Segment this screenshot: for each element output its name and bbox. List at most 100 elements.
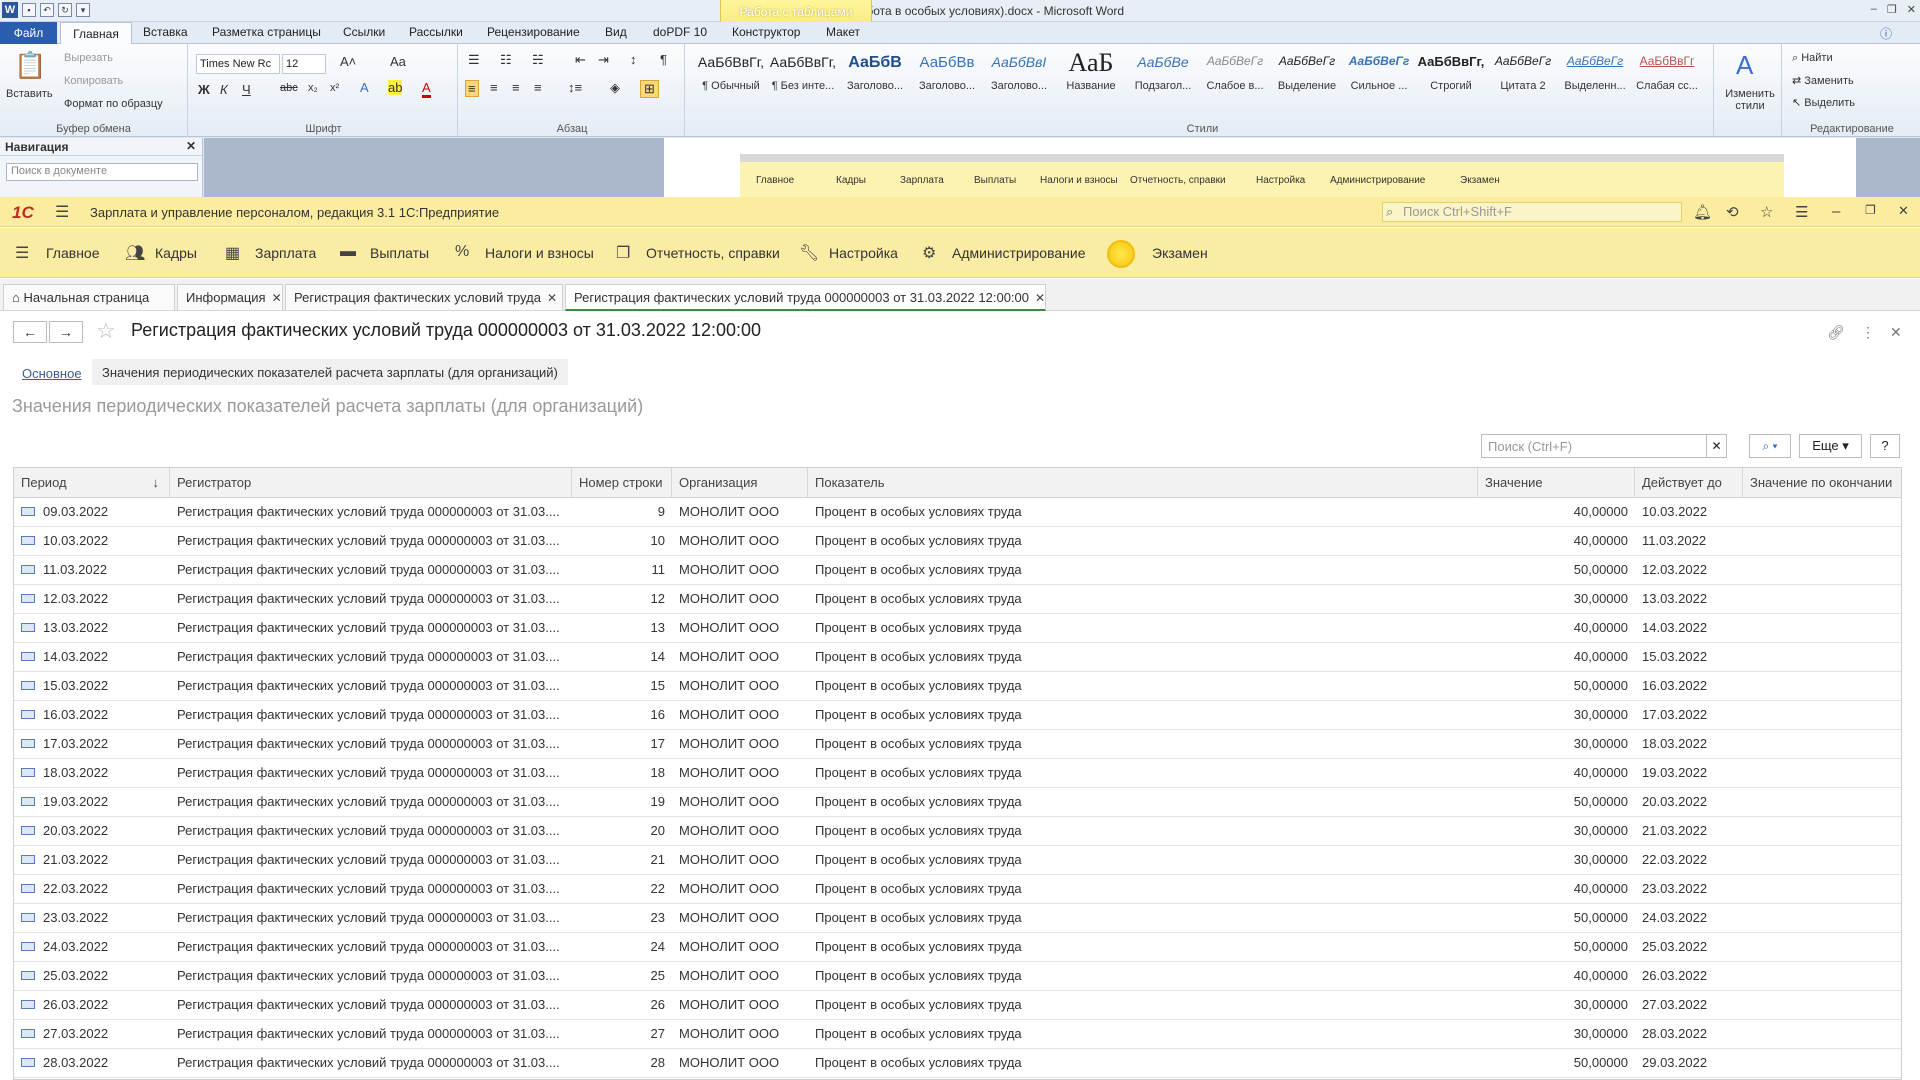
close-tab-icon[interactable]: ✕ <box>272 291 282 305</box>
search-options-button[interactable]: ⌕ ▾ <box>1749 434 1791 458</box>
underline-icon[interactable]: Ч <box>242 82 251 97</box>
table-row[interactable]: 26.03.2022 Регистрация фактических услови… <box>14 991 1901 1020</box>
col-indicator[interactable]: Показатель <box>808 468 1478 498</box>
increase-indent-icon[interactable]: ⇥ <box>598 52 609 68</box>
favorite-star-icon[interactable]: ☆ <box>96 318 116 344</box>
align-right-icon[interactable]: ≡ <box>512 80 520 95</box>
minimize-icon[interactable]: – <box>1832 203 1840 220</box>
table-row[interactable]: 14.03.2022 Регистрация фактических услови… <box>14 643 1901 672</box>
style-subtle-emphasis[interactable]: АаБбВеГг Слабое в... <box>1200 48 1270 108</box>
font-name-select[interactable]: Times New Rc <box>196 54 280 74</box>
table-row[interactable]: 24.03.2022 Регистрация фактических услови… <box>14 933 1901 962</box>
subtab-periodic-values[interactable]: Значения периодических показателей расче… <box>92 359 568 385</box>
paste-icon[interactable]: 📋 <box>14 50 46 81</box>
tab-file[interactable]: Файл <box>0 22 57 44</box>
help-button[interactable]: ? <box>1870 434 1900 458</box>
table-search-input[interactable]: Поиск (Ctrl+F) <box>1481 434 1707 458</box>
table-row[interactable]: 21.03.2022 Регистрация фактических услови… <box>14 846 1901 875</box>
tab-view[interactable]: Вид <box>605 25 627 39</box>
font-color-icon[interactable]: A <box>422 80 431 98</box>
pilcrow-icon[interactable]: ¶ <box>660 52 667 67</box>
close-icon[interactable]: ✕ <box>1898 203 1909 219</box>
close-pane-icon[interactable]: ✕ <box>186 139 196 153</box>
table-row[interactable]: 09.03.2022 Регистрация фактических услови… <box>14 498 1901 527</box>
style-heading-1[interactable]: АаБбВ Заголово... <box>840 48 910 108</box>
tab-dopdf[interactable]: doPDF 10 <box>653 25 707 39</box>
style-heading-2[interactable]: АаБбВв Заголово... <box>912 48 982 108</box>
grow-font-icon[interactable]: A˄ <box>340 54 356 69</box>
style-subtle-reference[interactable]: АаБбВвГг Слабая сс... <box>1632 48 1702 108</box>
table-row[interactable]: 23.03.2022 Регистрация фактических услови… <box>14 904 1901 933</box>
style-quote-2[interactable]: АаБбВеГг Цитата 2 <box>1488 48 1558 108</box>
change-styles-icon[interactable]: A <box>1736 50 1753 81</box>
clear-search-icon[interactable]: ✕ <box>1707 434 1727 458</box>
style-strong[interactable]: АаБбВвГг, Строгий <box>1416 48 1486 108</box>
table-row[interactable]: 27.03.2022 Регистрация фактических услови… <box>14 1020 1901 1049</box>
text-effects-icon[interactable]: A <box>360 80 369 95</box>
find-button[interactable]: ⌕ Найти <box>1792 52 1833 65</box>
section-hr[interactable]: Кадры <box>155 245 197 261</box>
change-styles-button[interactable]: Изменить стили <box>1722 88 1778 112</box>
shading-icon[interactable]: ◈ <box>610 80 620 96</box>
forward-button[interactable]: → <box>49 321 83 343</box>
section-salary[interactable]: Зарплата <box>255 245 316 261</box>
borders-icon[interactable]: ⊞ <box>640 80 659 98</box>
style-no-spacing[interactable]: АаБбВвГг, ¶ Без инте... <box>768 48 838 108</box>
format-painter-button[interactable]: Формат по образцу <box>64 98 163 110</box>
col-period[interactable]: Период ↓ <box>14 468 170 498</box>
back-button[interactable]: ← <box>13 321 47 343</box>
more-button[interactable]: Еще ▾ <box>1799 434 1862 458</box>
tab-references[interactable]: Ссылки <box>343 25 385 39</box>
subtab-main[interactable]: Основное <box>22 366 82 381</box>
section-administration[interactable]: Администрирование <box>952 245 1086 261</box>
settings-list-icon[interactable]: ☰ <box>1795 203 1808 221</box>
table-row[interactable]: 13.03.2022 Регистрация фактических услови… <box>14 614 1901 643</box>
tab-review[interactable]: Рецензирование <box>487 25 580 39</box>
subscript-icon[interactable]: x₂ <box>308 82 318 94</box>
table-row[interactable]: 18.03.2022 Регистрация фактических услови… <box>14 759 1901 788</box>
align-left-icon[interactable]: ≡ <box>465 80 479 97</box>
section-payments[interactable]: Выплаты <box>370 245 429 261</box>
minimize-icon[interactable]: – <box>1871 3 1877 16</box>
favorites-icon[interactable]: ☆ <box>1760 203 1773 221</box>
style-title[interactable]: АаБ Название <box>1056 48 1126 108</box>
align-center-icon[interactable]: ≡ <box>490 80 498 95</box>
tab-home-page[interactable]: ⌂ Начальная страница <box>3 284 175 310</box>
table-row[interactable]: 11.03.2022 Регистрация фактических услови… <box>14 556 1901 585</box>
multilevel-list-icon[interactable]: ☵ <box>532 52 544 68</box>
tab-page-layout[interactable]: Разметка страницы <box>212 25 321 39</box>
col-valid-until[interactable]: Действует до <box>1635 468 1743 498</box>
table-row[interactable]: 22.03.2022 Регистрация фактических услови… <box>14 875 1901 904</box>
bold-icon[interactable]: Ж <box>198 82 210 97</box>
paste-button[interactable]: Вставить <box>6 88 53 100</box>
copy-button[interactable]: Копировать <box>64 75 123 87</box>
font-size-select[interactable]: 12 <box>282 54 326 74</box>
close-tab-icon[interactable]: ✕ <box>547 291 557 305</box>
tab-mailings[interactable]: Рассылки <box>409 25 463 39</box>
section-exam[interactable]: Экзамен <box>1152 245 1208 261</box>
section-settings[interactable]: Настройка <box>829 245 898 261</box>
highlight-icon[interactable]: ab <box>388 80 403 95</box>
table-row[interactable]: 20.03.2022 Регистрация фактических услови… <box>14 817 1901 846</box>
numbering-icon[interactable]: ☷ <box>500 52 512 68</box>
table-row[interactable]: 25.03.2022 Регистрация фактических услови… <box>14 962 1901 991</box>
tab-design[interactable]: Конструктор <box>732 25 800 39</box>
document-search-input[interactable]: Поиск в документе <box>6 163 198 181</box>
close-form-icon[interactable]: ✕ <box>1890 324 1902 341</box>
restore-icon[interactable]: ❐ <box>1887 3 1897 16</box>
col-value-after[interactable]: Значение по окончании <box>1743 468 1901 498</box>
superscript-icon[interactable]: x² <box>330 82 339 94</box>
section-taxes[interactable]: Налоги и взносы <box>485 245 594 261</box>
italic-icon[interactable]: К <box>220 82 228 97</box>
section-reports[interactable]: Отчетность, справки <box>646 245 780 261</box>
global-search-input[interactable]: Поиск Ctrl+Shift+F <box>1382 202 1682 222</box>
tab-layout[interactable]: Макет <box>826 25 860 39</box>
strikethrough-icon[interactable]: abc <box>280 82 298 94</box>
more-actions-icon[interactable]: ⋮ <box>1861 324 1875 341</box>
style-normal[interactable]: АаБбВвГг, ¶ Обычный <box>696 48 766 108</box>
style-heading-3[interactable]: АаБбВвI Заголово... <box>984 48 1054 108</box>
bell-icon[interactable]: 🔔︎ <box>1693 203 1712 221</box>
decrease-indent-icon[interactable]: ⇤ <box>575 52 586 68</box>
style-emphasis[interactable]: АаБбВеГг Выделение <box>1272 48 1342 108</box>
close-tab-icon[interactable]: ✕ <box>1035 291 1045 305</box>
